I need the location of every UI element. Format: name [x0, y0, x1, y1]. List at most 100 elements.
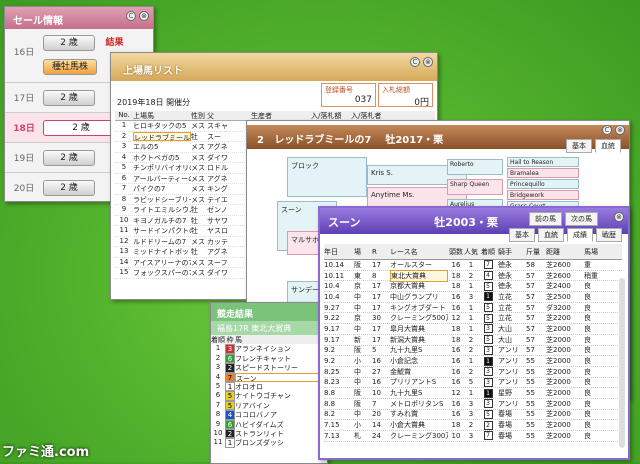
- table-cell: 9.2: [324, 346, 336, 355]
- close-icon[interactable]: ⊗: [423, 57, 433, 67]
- table-cell: 芝2000: [546, 378, 571, 387]
- table-cell: クレーミング500万: [390, 314, 448, 323]
- table-cell: メス: [191, 258, 205, 267]
- table-cell: 20: [372, 410, 381, 419]
- table-row[interactable]: 8.8 阪 10 九十九里S 12 1 1 星野 55 芝2000 良: [324, 388, 622, 399]
- table-cell: メス: [191, 153, 205, 162]
- table-cell: スピードストーリー: [235, 364, 298, 373]
- table-cell: 55: [526, 389, 535, 398]
- table-row[interactable]: 7.15 小 14 小倉大賞典 18 2 2 春場 55 芝2000 良: [324, 420, 622, 431]
- table-cell: 5: [468, 378, 474, 387]
- table-row[interactable]: 9.17 中 17 皐月大賞典 18 1 3 大山 57 芝2000 良: [324, 324, 622, 335]
- tab-pedigree[interactable]: 血統: [538, 228, 564, 242]
- table-row[interactable]: 6 5 ナイトウゴチャン: [211, 391, 327, 401]
- stallion-share-button[interactable]: 種牡馬株: [43, 59, 97, 75]
- table-cell: 4: [215, 372, 221, 381]
- table-row[interactable]: 7.13 札 24 クレーミング300万 10 3 7 春場 55 芝2000 良: [324, 431, 622, 442]
- table-cell: パイクの7: [133, 185, 166, 193]
- table-row[interactable]: 9.17 新 17 新潟大賞典 18 2 5 大山 57 芝2000 良: [324, 335, 622, 346]
- table-row[interactable]: 9 6 ハビイダイムズ: [211, 419, 327, 429]
- pedigree-ancestor[interactable]: Sharp Queen: [447, 179, 503, 195]
- table-row[interactable]: 9.2 小 16 小倉記念 16 1 1 アンリ 55 芝2000 良: [324, 356, 622, 367]
- table-row[interactable]: 4 7 スーン: [211, 372, 327, 382]
- close-icon[interactable]: ⊗: [614, 212, 624, 222]
- table-row[interactable]: 10.14 阪 17 オールスター 16 1 7 徳永 58 芝2600 重: [324, 260, 622, 271]
- table-row[interactable]: 10.4 京 17 京都大賞典 18 1 5 徳永 57 芝2400 良: [324, 281, 622, 293]
- table-cell: 57: [526, 292, 535, 301]
- table-cell: メス: [191, 143, 205, 151]
- pedigree-ancestor[interactable]: Roberto: [447, 159, 503, 175]
- table-row[interactable]: 8.25 中 27 金鯱賞 16 2 3 アンリ 55 芝2000 良: [324, 367, 622, 378]
- table-cell: 57: [526, 335, 535, 344]
- table-cell: 阪: [354, 260, 361, 269]
- age-button[interactable]: 2 歳: [43, 179, 95, 196]
- table-row[interactable]: 2 6 フレンチキャット: [211, 353, 327, 364]
- table-cell: 1: [478, 388, 498, 398]
- table-cell: 芝2000: [546, 431, 571, 440]
- pedigree-ancestor[interactable]: Hail to Reason: [507, 157, 579, 167]
- tab-basic[interactable]: 基本: [566, 139, 592, 153]
- table-row[interactable]: 9.27 中 17 キングオブダート 16 1 5 立花 57 ダ3200 良: [324, 303, 622, 314]
- table-row[interactable]: 11 1 ブロンズダッシ: [211, 438, 327, 448]
- table-row[interactable]: 3 2 スピードストーリー: [211, 363, 327, 373]
- finish-badge: 5: [483, 313, 493, 323]
- table-cell: メス: [191, 122, 205, 130]
- table-row[interactable]: 7 5 リアバイン: [211, 400, 327, 411]
- table-cell: 57: [526, 346, 535, 355]
- table-row[interactable]: 8 4 ココロバノア: [211, 410, 327, 420]
- tab-basic[interactable]: 基本: [509, 228, 535, 242]
- next-horse-button[interactable]: 次の馬: [565, 212, 598, 226]
- table-cell: アールバーティーの7: [133, 174, 191, 183]
- table-cell: ロドル: [207, 164, 228, 172]
- table-cell: メス: [191, 195, 205, 204]
- close-icon[interactable]: ⊗: [139, 11, 149, 21]
- table-row[interactable]: 5 1 オロオロ: [211, 381, 327, 392]
- table-cell: 1: [215, 344, 221, 353]
- table-row[interactable]: 9.22 京 30 クレーミング500万 12 1 5 立花 57 芝2200 良: [324, 313, 622, 325]
- table-cell: 10: [372, 389, 381, 398]
- table-cell: アイスアリーナの7: [133, 258, 191, 267]
- table-row[interactable]: 9.2 阪 5 九十九里S 16 2 3 アンリ 57 芝2000 良: [324, 345, 622, 357]
- pedigree-ancestor[interactable]: Princequillo: [507, 179, 579, 189]
- table-cell: カッテ: [207, 237, 228, 246]
- table-row[interactable]: 8.23 中 16 プリリアントS 16 5 3 アンリ 55 芝2000 良: [324, 377, 622, 389]
- result-link[interactable]: 結果: [106, 38, 124, 48]
- table-cell: 大山: [498, 324, 512, 333]
- age-button[interactable]: 2 歳: [43, 149, 95, 166]
- pedigree-ancestor[interactable]: Bramalea: [507, 168, 579, 178]
- table-row[interactable]: 10.11 東 8 東北大賞典 18 2 4 徳永 57 芝2600 稍重: [324, 269, 622, 282]
- table-cell: メス: [191, 174, 205, 183]
- table-row[interactable]: 8.2 中 20 すみれ賞 16 3 5 春場 55 芝2000 良: [324, 409, 622, 421]
- pedigree-grandsire[interactable]: ブロック: [287, 157, 367, 197]
- age-button[interactable]: 2 歳: [43, 119, 119, 136]
- prev-horse-button[interactable]: 前の馬: [529, 212, 562, 226]
- table-cell: 18: [451, 324, 461, 333]
- age-button[interactable]: 2 歳: [43, 89, 95, 106]
- tab-history[interactable]: 戦歴: [596, 228, 622, 242]
- bid-total-box: 入札総額 0円: [378, 83, 433, 108]
- tab-pedigree[interactable]: 血統: [595, 139, 621, 153]
- table-cell: 牡: [191, 206, 198, 214]
- table-cell: 8.2: [324, 410, 336, 419]
- table-cell: 2: [468, 421, 474, 430]
- minimize-icon[interactable]: C: [602, 125, 612, 135]
- close-icon[interactable]: ⊗: [615, 125, 625, 135]
- minimize-icon[interactable]: C: [126, 11, 136, 21]
- table-cell: 10.4: [324, 292, 340, 301]
- table-row[interactable]: 8.8 阪 7 メトロポリタンS 16 3 3 アンリ 55 芝2000 良: [324, 399, 622, 410]
- table-cell: アグネ: [207, 248, 228, 256]
- table-cell: エルの5: [133, 143, 159, 151]
- table-row[interactable]: 1 3 アランネイション: [211, 344, 327, 354]
- tab-results[interactable]: 成績: [567, 228, 593, 242]
- table-cell: レッドラブミールの7: [133, 131, 191, 141]
- table-row[interactable]: 10.4 中 17 中山グランプリ 16 3 1 立花 57 芝2500 良: [324, 292, 622, 303]
- minimize-icon[interactable]: C: [410, 57, 420, 67]
- finish-badge: 1: [483, 388, 493, 398]
- table-row[interactable]: 10 2 ストランリィト: [211, 428, 327, 439]
- age-button[interactable]: 2 歳: [43, 35, 95, 51]
- table-cell: 徳永: [498, 271, 512, 280]
- table-cell: 2: [215, 353, 221, 362]
- scrollbar[interactable]: [619, 278, 625, 448]
- table-cell: 立花: [498, 292, 512, 301]
- pedigree-ancestor[interactable]: Bridgework: [507, 190, 579, 200]
